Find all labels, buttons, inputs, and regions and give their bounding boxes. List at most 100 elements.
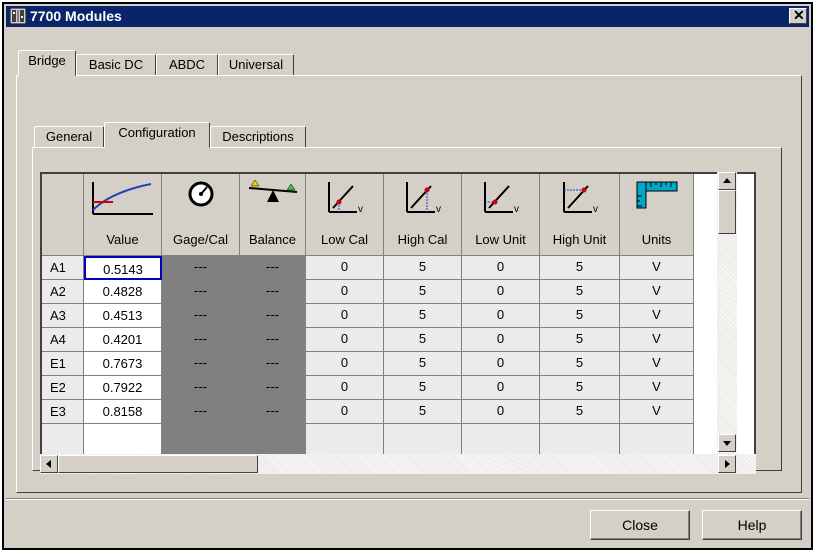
low-cal-cell[interactable]: 0	[306, 376, 384, 400]
high-unit-cell[interactable]: 5	[540, 400, 620, 424]
horizontal-scrollbar[interactable]	[40, 454, 756, 474]
low-cal-cell[interactable]: 0	[306, 256, 384, 280]
low-cal-cell[interactable]: 0	[306, 280, 384, 304]
column-label: Balance	[249, 232, 296, 247]
balance-cell[interactable]: ---	[240, 256, 306, 280]
column-label: Low Unit	[475, 232, 526, 247]
ruler-icon	[636, 181, 677, 209]
column-header-high-cal[interactable]: v High Cal	[384, 174, 462, 256]
tab-abdc[interactable]: ABDC	[156, 54, 218, 76]
high-cal-cell[interactable]: 5	[384, 304, 462, 328]
row-header[interactable]: E2	[42, 376, 84, 400]
balance-cell[interactable]: ---	[240, 328, 306, 352]
units-cell[interactable]: V	[620, 256, 694, 280]
high-cal-cell[interactable]: 5	[384, 376, 462, 400]
gage-cal-cell[interactable]: ---	[162, 280, 240, 304]
column-header-gage-cal[interactable]: Gage/Cal	[162, 174, 240, 256]
row-header[interactable]: A2	[42, 280, 84, 304]
scroll-down-button[interactable]	[718, 434, 736, 452]
scroll-left-button[interactable]	[40, 455, 58, 473]
value-cell[interactable]: 0.4828	[84, 280, 162, 304]
tab-configuration[interactable]: Configuration	[104, 122, 210, 148]
row-header[interactable]: A1	[42, 256, 84, 280]
gage-cal-cell[interactable]: ---	[162, 352, 240, 376]
high-unit-cell[interactable]: 5	[540, 352, 620, 376]
high-cal-cell[interactable]: 5	[384, 400, 462, 424]
high-cal-cell-partial	[384, 424, 462, 454]
title-bar[interactable]: 7700 Modules ✕	[6, 6, 809, 27]
low-unit-cell[interactable]: 0	[462, 328, 540, 352]
vertical-scrollbar[interactable]	[717, 172, 737, 454]
configuration-grid[interactable]: Value Gage/Cal Balance v Low Cal v High …	[40, 172, 756, 456]
low-cal-cell[interactable]: 0	[306, 328, 384, 352]
balance-cell[interactable]: ---	[240, 280, 306, 304]
tab-descriptions[interactable]: Descriptions	[210, 126, 306, 148]
high-unit-cell[interactable]: 5	[540, 304, 620, 328]
low-unit-cell[interactable]: 0	[462, 400, 540, 424]
row-header[interactable]: A3	[42, 304, 84, 328]
high-unit-cell[interactable]: 5	[540, 256, 620, 280]
gage-cal-cell[interactable]: ---	[162, 256, 240, 280]
close-button[interactable]: Close	[590, 510, 690, 540]
high-cal-cell[interactable]: 5	[384, 328, 462, 352]
balance-cell[interactable]: ---	[240, 376, 306, 400]
high-unit-cell[interactable]: 5	[540, 280, 620, 304]
column-header-value[interactable]: Value	[84, 174, 162, 256]
units-cell[interactable]: V	[620, 280, 694, 304]
gage-cal-cell[interactable]: ---	[162, 328, 240, 352]
low-unit-cell[interactable]: 0	[462, 304, 540, 328]
scroll-thumb[interactable]	[718, 190, 736, 234]
row-header[interactable]: E1	[42, 352, 84, 376]
balance-cell[interactable]: ---	[240, 304, 306, 328]
horizontal-scroll-thumb[interactable]	[58, 455, 258, 473]
low-cal-cell[interactable]: 0	[306, 304, 384, 328]
column-label: High Unit	[552, 232, 607, 247]
high-cal-cell[interactable]: 5	[384, 352, 462, 376]
gage-cal-cell[interactable]: ---	[162, 304, 240, 328]
low-unit-cell[interactable]: 0	[462, 256, 540, 280]
units-cell[interactable]: V	[620, 400, 694, 424]
low-cal-cell[interactable]: 0	[306, 400, 384, 424]
tab-basic-dc[interactable]: Basic DC	[76, 54, 156, 76]
balance-cell[interactable]: ---	[240, 400, 306, 424]
high-unit-cell[interactable]: 5	[540, 328, 620, 352]
high-cal-cell[interactable]: 5	[384, 280, 462, 304]
low-unit-cell[interactable]: 0	[462, 376, 540, 400]
window-close-button[interactable]: ✕	[789, 7, 807, 24]
value-cell[interactable]: 0.7673	[84, 352, 162, 376]
balance-cell[interactable]: ---	[240, 352, 306, 376]
high-cal-cell[interactable]: 5	[384, 256, 462, 280]
column-header-low-unit[interactable]: v Low Unit	[462, 174, 540, 256]
column-header-balance[interactable]: Balance	[240, 174, 306, 256]
value-cell[interactable]: 0.7922	[84, 376, 162, 400]
high-unit-cell[interactable]: 5	[540, 376, 620, 400]
row-header[interactable]: A4	[42, 328, 84, 352]
units-cell[interactable]: V	[620, 376, 694, 400]
app-module-icon	[10, 8, 26, 24]
gage-cal-cell[interactable]: ---	[162, 376, 240, 400]
column-header-low-cal[interactable]: v Low Cal	[306, 174, 384, 256]
low-unit-cell[interactable]: 0	[462, 352, 540, 376]
tab-general[interactable]: General	[34, 126, 104, 148]
value-cell[interactable]: 0.4513	[84, 304, 162, 328]
column-label: Low Cal	[321, 232, 368, 247]
row-header[interactable]: E3	[42, 400, 84, 424]
svg-text:v: v	[593, 204, 598, 215]
help-button[interactable]: Help	[702, 510, 802, 540]
arrow-right-icon	[725, 460, 730, 468]
value-cell[interactable]: 0.8158	[84, 400, 162, 424]
column-header-high-unit[interactable]: v High Unit	[540, 174, 620, 256]
units-cell[interactable]: V	[620, 328, 694, 352]
units-cell[interactable]: V	[620, 304, 694, 328]
low-cal-cell[interactable]: 0	[306, 352, 384, 376]
gage-cal-cell[interactable]: ---	[162, 400, 240, 424]
value-cell[interactable]: 0.5143	[84, 256, 162, 280]
units-cell[interactable]: V	[620, 352, 694, 376]
tab-universal[interactable]: Universal	[218, 54, 294, 76]
scroll-right-button[interactable]	[718, 455, 736, 473]
tab-bridge[interactable]: Bridge	[18, 50, 76, 76]
low-unit-cell[interactable]: 0	[462, 280, 540, 304]
value-cell[interactable]: 0.4201	[84, 328, 162, 352]
column-header-units[interactable]: Units	[620, 174, 694, 256]
scroll-up-button[interactable]	[718, 172, 736, 190]
